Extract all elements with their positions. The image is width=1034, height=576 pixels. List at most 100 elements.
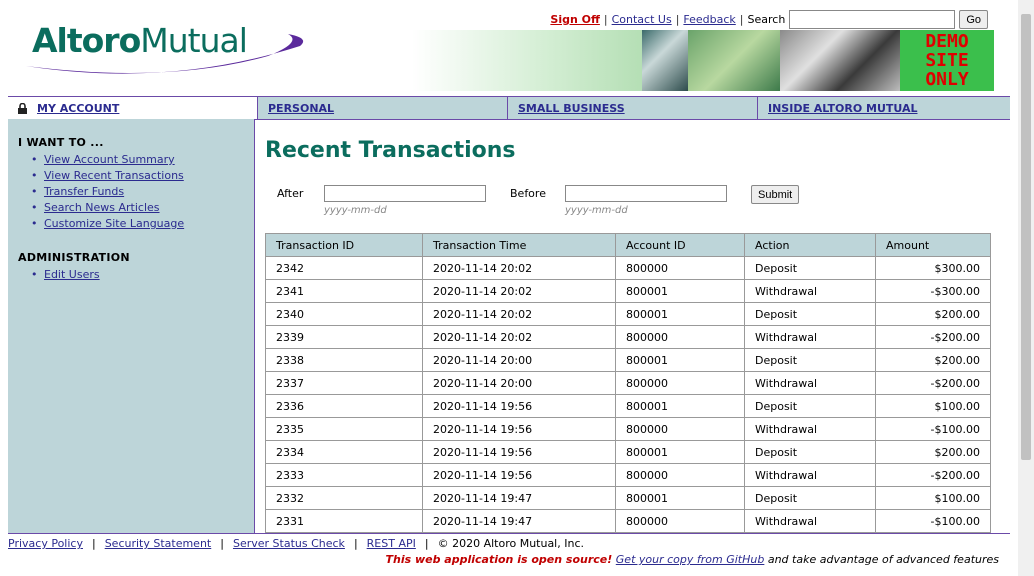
nav-small-business-link[interactable]: SMALL BUSINESS bbox=[518, 102, 625, 115]
cell-action: Withdrawal bbox=[744, 371, 876, 395]
customize-site-language-link[interactable]: Customize Site Language bbox=[44, 217, 184, 230]
feedback-link[interactable]: Feedback bbox=[683, 13, 735, 26]
table-row: 2337 2020-11-14 20:00 800000 Withdrawal -$20… bbox=[265, 371, 991, 395]
cell-account-id: 800001 bbox=[615, 279, 745, 303]
cell-transaction-id: 2337 bbox=[265, 371, 423, 395]
cell-account-id: 800001 bbox=[615, 302, 745, 326]
table-row: 2339 2020-11-14 20:02 800000 Withdrawal -$20… bbox=[265, 325, 991, 349]
cell-action: Withdrawal bbox=[744, 417, 876, 441]
security-statement-link[interactable]: Security Statement bbox=[105, 537, 212, 550]
before-date-input[interactable] bbox=[565, 185, 727, 202]
cell-transaction-id: 2331 bbox=[265, 509, 423, 533]
transfer-funds-link[interactable]: Transfer Funds bbox=[44, 185, 124, 198]
cell-action: Deposit bbox=[744, 348, 876, 372]
github-link[interactable]: Get your copy from GitHub bbox=[616, 553, 765, 566]
table-row: 2338 2020-11-14 20:00 800001 Deposit $200.00 bbox=[265, 348, 991, 372]
view-recent-transactions-link[interactable]: View Recent Transactions bbox=[44, 169, 184, 182]
cell-transaction-time: 2020-11-14 19:56 bbox=[422, 417, 616, 441]
before-date-hint: yyyy-mm-dd bbox=[565, 205, 628, 216]
after-label: After bbox=[277, 187, 304, 200]
cell-account-id: 800001 bbox=[615, 394, 745, 418]
cell-amount: -$100.00 bbox=[875, 417, 991, 441]
nav-personal-link[interactable]: PERSONAL bbox=[268, 102, 334, 115]
cell-transaction-time: 2020-11-14 19:47 bbox=[422, 509, 616, 533]
header-banner: DEMO SITE ONLY bbox=[412, 30, 998, 91]
search-news-articles-link[interactable]: Search News Articles bbox=[44, 201, 160, 214]
privacy-policy-link[interactable]: Privacy Policy bbox=[8, 537, 83, 550]
cell-action: Withdrawal bbox=[744, 509, 876, 533]
sidebar-heading-administration: ADMINISTRATION bbox=[18, 251, 130, 264]
cell-transaction-time: 2020-11-14 20:00 bbox=[422, 348, 616, 372]
cell-transaction-id: 2342 bbox=[265, 256, 423, 280]
after-date-input[interactable] bbox=[324, 185, 486, 202]
cell-amount: $100.00 bbox=[875, 486, 991, 510]
table-row: 2342 2020-11-14 20:02 800000 Deposit $300.00 bbox=[265, 256, 991, 280]
cell-transaction-time: 2020-11-14 20:02 bbox=[422, 279, 616, 303]
cell-transaction-id: 2341 bbox=[265, 279, 423, 303]
cell-amount: -$200.00 bbox=[875, 325, 991, 349]
nav-tab-small-business[interactable]: SMALL BUSINESS bbox=[508, 97, 758, 119]
cell-transaction-time: 2020-11-14 20:02 bbox=[422, 325, 616, 349]
table-row: 2336 2020-11-14 19:56 800001 Deposit $100.00 bbox=[265, 394, 991, 418]
search-input[interactable] bbox=[789, 10, 956, 29]
cell-transaction-id: 2339 bbox=[265, 325, 423, 349]
cell-action: Deposit bbox=[744, 256, 876, 280]
table-header-row: Transaction ID Transaction Time Account … bbox=[265, 233, 991, 257]
search-label: Search bbox=[747, 13, 786, 26]
table-row: 2340 2020-11-14 20:02 800001 Deposit $200.00 bbox=[265, 302, 991, 326]
cell-amount: -$200.00 bbox=[875, 463, 991, 487]
cell-amount: $100.00 bbox=[875, 394, 991, 418]
cell-transaction-time: 2020-11-14 19:47 bbox=[422, 486, 616, 510]
cell-amount: $200.00 bbox=[875, 440, 991, 464]
nav-tab-my-account[interactable]: MY ACCOUNT bbox=[8, 97, 258, 119]
cell-transaction-id: 2335 bbox=[265, 417, 423, 441]
nav-tab-inside[interactable]: INSIDE ALTORO MUTUAL bbox=[758, 97, 1008, 119]
col-amount: Amount bbox=[875, 233, 991, 257]
copyright-text: © 2020 Altoro Mutual, Inc. bbox=[437, 537, 584, 550]
table-row: 2333 2020-11-14 19:56 800000 Withdrawal -$20… bbox=[265, 463, 991, 487]
cell-account-id: 800001 bbox=[615, 348, 745, 372]
search-go-button[interactable]: Go bbox=[959, 10, 988, 29]
col-action: Action bbox=[744, 233, 876, 257]
logo-text-altoro: Altoro bbox=[32, 21, 141, 60]
sign-off-link[interactable]: Sign Off bbox=[550, 13, 600, 26]
cell-action: Withdrawal bbox=[744, 325, 876, 349]
view-account-summary-link[interactable]: View Account Summary bbox=[44, 153, 175, 166]
submit-button[interactable]: Submit bbox=[751, 185, 800, 204]
logo-text-mutual: Mutual bbox=[140, 21, 248, 60]
cell-transaction-time: 2020-11-14 20:02 bbox=[422, 302, 616, 326]
open-source-notice: This web application is open source! Get… bbox=[386, 553, 1000, 566]
table-row: 2331 2020-11-14 19:47 800000 Withdrawal -$10… bbox=[265, 509, 991, 533]
open-source-tail: and take advantage of advanced features bbox=[767, 553, 999, 566]
scrollbar-thumb[interactable] bbox=[1021, 14, 1031, 460]
sidebar-menu: View Account Summary View Recent Transac… bbox=[44, 152, 184, 232]
sidebar-heading-i-want-to: I WANT TO ... bbox=[18, 136, 104, 149]
edit-users-link[interactable]: Edit Users bbox=[44, 268, 100, 281]
cell-transaction-time: 2020-11-14 20:00 bbox=[422, 371, 616, 395]
contact-us-link[interactable]: Contact Us bbox=[612, 13, 672, 26]
rest-api-link[interactable]: REST API bbox=[367, 537, 416, 550]
cell-transaction-id: 2336 bbox=[265, 394, 423, 418]
server-status-link[interactable]: Server Status Check bbox=[233, 537, 345, 550]
cell-transaction-id: 2338 bbox=[265, 348, 423, 372]
banner-photo-office bbox=[780, 30, 900, 91]
altoro-logo[interactable]: AltoroMutual bbox=[18, 16, 308, 82]
nav-tab-personal[interactable]: PERSONAL bbox=[258, 97, 508, 119]
nav-inside-link[interactable]: INSIDE ALTORO MUTUAL bbox=[768, 102, 918, 115]
table-row: 2334 2020-11-14 19:56 800001 Deposit $200.00 bbox=[265, 440, 991, 464]
cell-transaction-time: 2020-11-14 19:56 bbox=[422, 463, 616, 487]
col-account-id: Account ID bbox=[615, 233, 745, 257]
cell-account-id: 800000 bbox=[615, 509, 745, 533]
cell-transaction-time: 2020-11-14 19:56 bbox=[422, 440, 616, 464]
page-scrollbar[interactable] bbox=[1018, 0, 1034, 576]
cell-account-id: 800000 bbox=[615, 463, 745, 487]
sidebar: I WANT TO ... View Account Summary View … bbox=[8, 119, 255, 533]
cell-action: Withdrawal bbox=[744, 279, 876, 303]
open-source-text: This web application is open source! bbox=[385, 553, 613, 566]
nav-my-account-link[interactable]: MY ACCOUNT bbox=[37, 102, 119, 115]
top-links: Sign Off | Contact Us | Feedback | Searc… bbox=[550, 10, 988, 29]
sidebar-item: Search News Articles bbox=[44, 200, 184, 216]
footer-links: Privacy Policy | Security Statement | Se… bbox=[8, 537, 584, 550]
before-label: Before bbox=[510, 187, 546, 200]
table-row: 2341 2020-11-14 20:02 800001 Withdrawal -$30… bbox=[265, 279, 991, 303]
